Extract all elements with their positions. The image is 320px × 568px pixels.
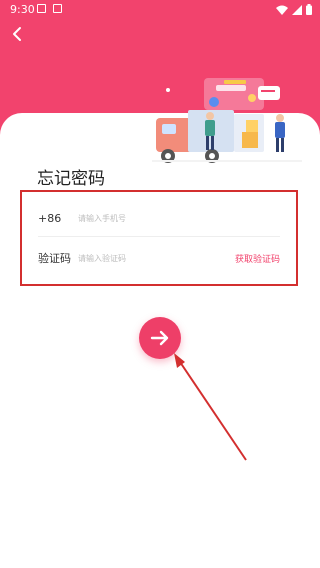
back-button[interactable] <box>8 24 28 44</box>
code-input[interactable] <box>78 253 235 263</box>
code-row: 验证码 获取验证码 <box>38 240 280 276</box>
code-label: 验证码 <box>38 252 71 265</box>
wifi-icon <box>276 5 288 15</box>
battery-icon <box>306 4 312 15</box>
image-notification-icon <box>37 4 46 13</box>
page-title: 忘记密码 <box>37 169 105 188</box>
arrow-right-icon <box>150 330 169 346</box>
status-time: 9:30 <box>10 3 35 16</box>
signal-icon <box>292 4 302 15</box>
country-code-prefix: +86 <box>38 211 62 225</box>
phone-row: +86 <box>38 200 280 237</box>
get-code-button[interactable]: 获取验证码 <box>235 252 280 265</box>
delivery-illustration <box>152 78 302 163</box>
submit-button[interactable] <box>139 317 181 359</box>
phone-input[interactable] <box>78 213 280 223</box>
annotation-highlight-box: +86 验证码 获取验证码 <box>20 190 298 286</box>
status-icons <box>276 4 312 15</box>
chevron-left-icon <box>13 27 21 41</box>
app-notification-icon <box>53 4 62 13</box>
status-bar: 9:30 <box>0 0 320 20</box>
